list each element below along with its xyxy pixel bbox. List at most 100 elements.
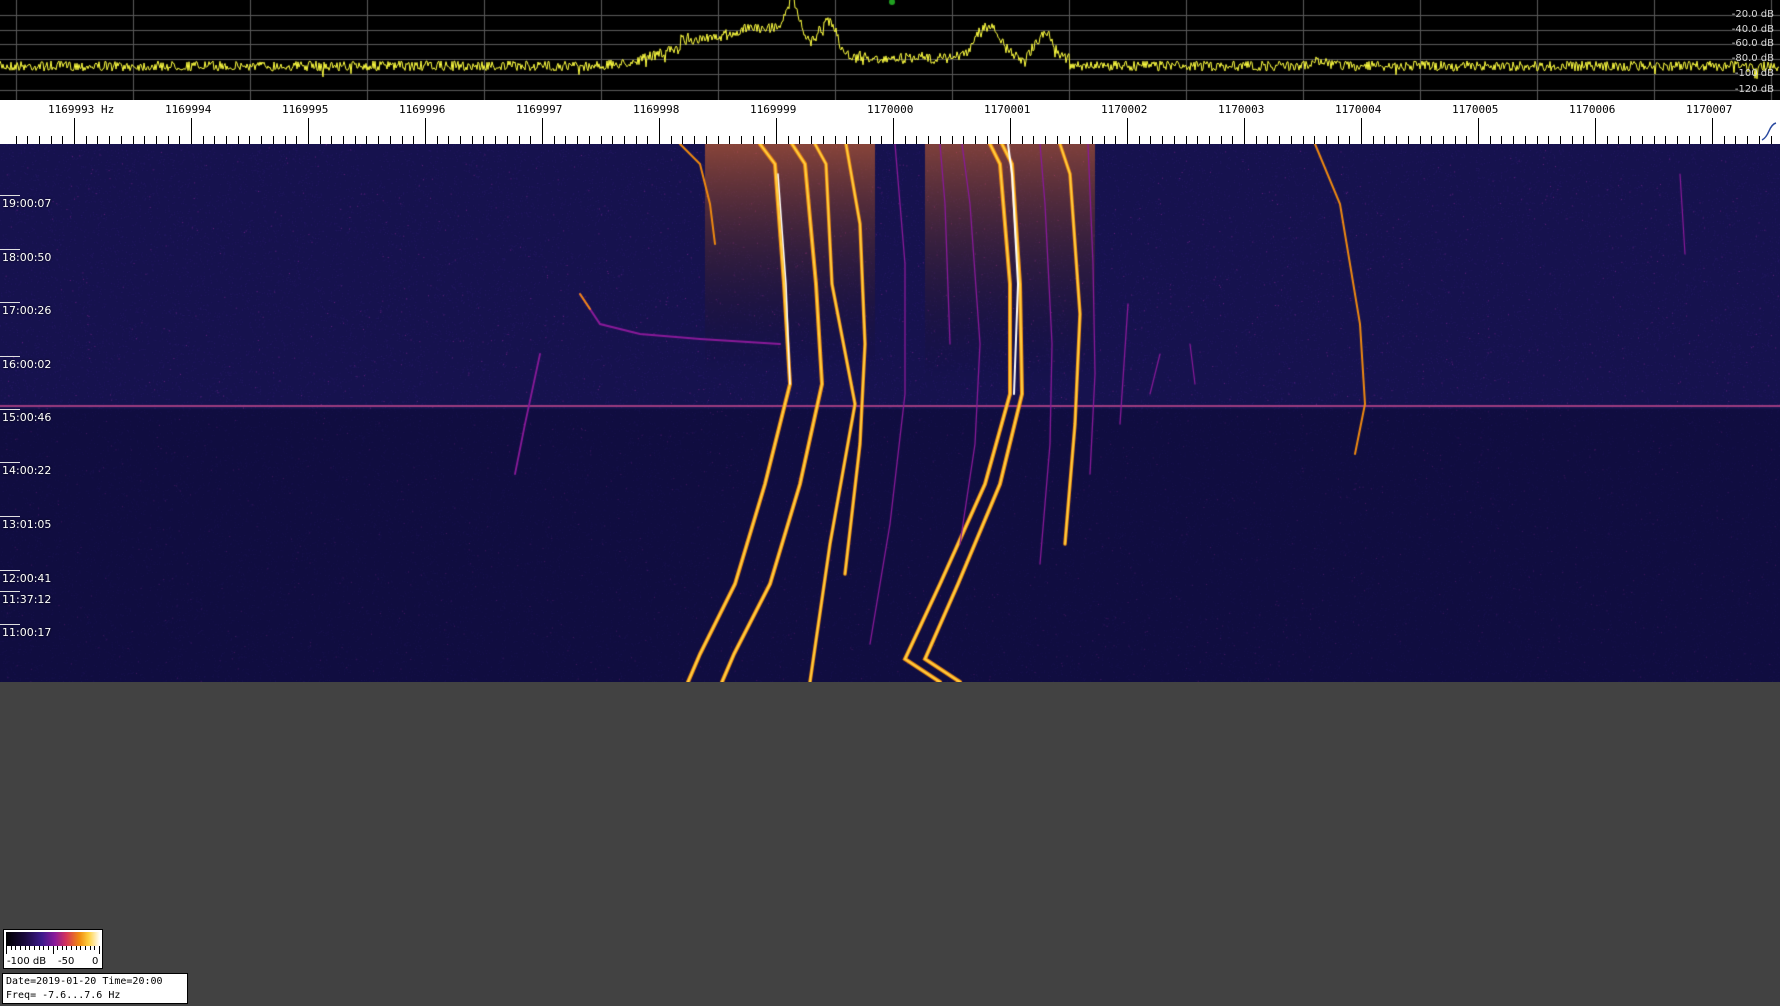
ruler-tick	[1139, 136, 1140, 144]
ruler-tick	[1186, 136, 1187, 144]
ruler-tick	[1712, 118, 1713, 144]
ruler-tick	[530, 136, 531, 144]
ruler-tick	[870, 136, 871, 144]
time-marker	[0, 462, 20, 463]
db-scale-label: -60.0 dB	[1731, 38, 1774, 49]
frequency-label: 1169994	[165, 103, 212, 116]
ruler-tick	[1022, 136, 1023, 144]
time-label: 14:00:22	[2, 464, 52, 477]
ruler-tick	[238, 136, 239, 144]
colorbar-tick	[90, 946, 91, 950]
ruler-tick	[519, 136, 520, 144]
ruler-tick	[1501, 136, 1502, 144]
ruler-tick	[109, 136, 110, 144]
colorbar-tick	[80, 946, 81, 950]
scale-toggle-icon[interactable]	[1760, 122, 1778, 142]
ruler-tick	[601, 136, 602, 144]
colorbar-tick	[29, 946, 30, 950]
colorbar-tick	[11, 946, 12, 950]
colorbar-tick	[6, 946, 7, 954]
ruler-tick	[542, 118, 543, 144]
frequency-label: 1169996	[399, 103, 446, 116]
waterfall-display[interactable]	[0, 144, 1780, 682]
ruler-tick	[1677, 136, 1678, 144]
time-label: 18:00:50	[2, 251, 52, 264]
ruler-tick	[133, 136, 134, 144]
ruler-tick	[671, 136, 672, 144]
ruler-tick	[729, 136, 730, 144]
ruler-tick	[835, 136, 836, 144]
ruler-tick	[1443, 136, 1444, 144]
ruler-tick	[1396, 136, 1397, 144]
ruler-tick	[1700, 136, 1701, 144]
time-marker	[0, 516, 20, 517]
ruler-tick	[495, 136, 496, 144]
colorbar-tick	[57, 946, 58, 950]
ruler-tick	[273, 136, 274, 144]
ruler-tick	[799, 136, 800, 144]
colorbar-tick	[20, 946, 21, 950]
db-scale-label: -20.0 dB	[1731, 9, 1774, 20]
ruler-tick	[226, 136, 227, 144]
colorbar-tick	[15, 946, 16, 950]
db-scale-label: -80.0 dB	[1731, 53, 1774, 64]
ruler-tick	[1326, 136, 1327, 144]
ruler-tick	[1630, 136, 1631, 144]
colorbar-max-label: 0	[92, 956, 99, 967]
ruler-tick	[741, 136, 742, 144]
spectrum-plot[interactable]	[0, 0, 1780, 100]
ruler-tick	[706, 136, 707, 144]
ruler-tick	[776, 118, 777, 144]
colorbar-tick	[34, 946, 35, 950]
ruler-tick	[390, 136, 391, 144]
ruler-tick	[1513, 136, 1514, 144]
ruler-tick	[1232, 136, 1233, 144]
ruler-tick	[1384, 136, 1385, 144]
db-scale-label: -40.0 dB	[1731, 24, 1774, 35]
ruler-tick	[191, 118, 192, 144]
color-scale-ticks	[6, 946, 100, 954]
ruler-tick	[1618, 136, 1619, 144]
ruler-tick	[1092, 136, 1093, 144]
time-marker	[0, 624, 20, 625]
time-marker	[0, 356, 20, 357]
ruler-tick	[916, 136, 917, 144]
ruler-tick	[413, 136, 414, 144]
ruler-tick	[472, 136, 473, 144]
ruler-tick	[425, 118, 426, 144]
frequency-ruler[interactable]: 1169993 Hz 1169994 1169995 1169996 1169997 11…	[0, 100, 1780, 144]
time-marker	[0, 249, 20, 250]
ruler-tick	[1045, 136, 1046, 144]
ruler-tick	[905, 136, 906, 144]
ruler-tick	[1420, 136, 1421, 144]
ruler-tick	[577, 136, 578, 144]
frequency-label: 1169993 Hz	[48, 103, 115, 116]
ruler-tick	[39, 136, 40, 144]
ruler-tick	[1466, 136, 1467, 144]
frequency-label: 1169997	[516, 103, 563, 116]
color-gradient	[6, 932, 100, 946]
ruler-tick	[1010, 118, 1011, 144]
ruler-tick	[987, 136, 988, 144]
ruler-tick	[1303, 136, 1304, 144]
frequency-label: 1169998	[633, 103, 680, 116]
ruler-tick	[343, 136, 344, 144]
colorbar-tick	[43, 946, 44, 950]
ruler-tick	[1583, 136, 1584, 144]
ruler-tick	[179, 136, 180, 144]
colorbar-tick	[94, 946, 95, 950]
ruler-tick	[1279, 136, 1280, 144]
ruler-tick	[1431, 136, 1432, 144]
ruler-tick	[1537, 136, 1538, 144]
ruler-tick	[764, 136, 765, 144]
frequency-label: 1170001	[984, 103, 1031, 116]
ruler-tick	[1560, 136, 1561, 144]
ruler-tick	[308, 118, 309, 144]
ruler-tick	[612, 136, 613, 144]
ruler-tick	[1314, 136, 1315, 144]
ruler-tick	[366, 136, 367, 144]
ruler-tick	[1033, 136, 1034, 144]
ruler-tick	[448, 136, 449, 144]
ruler-tick	[483, 136, 484, 144]
ruler-tick	[74, 118, 75, 144]
